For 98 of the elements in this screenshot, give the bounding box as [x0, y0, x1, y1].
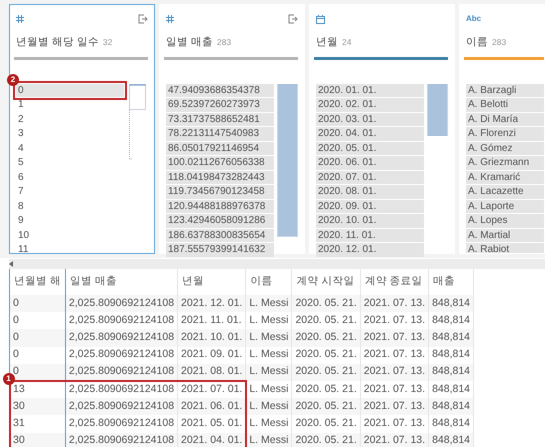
field-title: 이름	[466, 35, 488, 50]
field-value[interactable]: 47.94093686354378	[166, 84, 274, 98]
field-value[interactable]: 6	[16, 170, 124, 184]
field-value[interactable]: A. Di María	[466, 112, 544, 126]
table-cell: 2,025.8090692124108	[65, 295, 178, 312]
export-icon	[288, 14, 298, 24]
field-value[interactable]: 2020. 08. 01.	[316, 185, 424, 199]
field-value[interactable]: 78.22131147540983	[166, 127, 274, 141]
field-value[interactable]: 2020. 06. 01.	[316, 156, 424, 170]
field-value[interactable]: 2020. 05. 01.	[316, 142, 424, 156]
field-value[interactable]: 73.31737588652481	[166, 112, 274, 126]
field-value[interactable]: 187.55579399141632	[166, 243, 274, 257]
table-cell: 2021. 07. 13.	[360, 364, 429, 381]
field-card[interactable]	[159, 4, 305, 254]
table-cell: 2,025.8090692124108	[65, 329, 178, 347]
field-value[interactable]: 86.05017921146954	[166, 142, 274, 156]
table-cell: 30	[10, 398, 66, 416]
table-cell: 0	[10, 329, 66, 347]
field-value[interactable]: 186.63788300835654	[166, 228, 274, 242]
table-cell: 2021. 06. 01.	[178, 398, 246, 416]
field-count: 32	[102, 36, 112, 49]
table-cell: 2020. 05. 21.	[292, 295, 360, 312]
table-cell: 2021. 07. 13.	[360, 398, 429, 416]
field-value[interactable]: 120.94488188976378	[166, 200, 274, 214]
field-value[interactable]: 69.52397260273973	[166, 98, 274, 112]
field-title: 년월	[316, 35, 338, 50]
field-value[interactable]: 2020. 12. 01.	[316, 243, 424, 257]
field-count: 24	[342, 36, 352, 49]
field-value[interactable]: 8	[16, 200, 124, 214]
field-card[interactable]: Abc 이름 283 A. Barzagli A. Belotti A. Di María A. Florenzi A. Gómez A. Griezmann A. Kramarić A. Lacazette A. Laporte A. Lopes A. Martial A. Rabiot	[459, 4, 545, 254]
field-value[interactable]: 2	[16, 112, 124, 126]
field-value[interactable]: 2020. 11. 01.	[316, 228, 424, 242]
field-value[interactable]: 2020. 02. 01.	[316, 98, 424, 112]
table-cell: L. Messi	[246, 329, 292, 347]
table-cell: L. Messi	[246, 364, 292, 381]
field-value[interactable]: 2020. 10. 01.	[316, 214, 424, 228]
table-cell: L. Messi	[246, 295, 292, 312]
field-value[interactable]: A. Belotti	[466, 98, 544, 112]
table-cell: 2021. 10. 01.	[178, 329, 246, 347]
field-value[interactable]: 3	[16, 127, 124, 141]
field-value[interactable]: 123.42946058091286	[166, 214, 274, 228]
field-value[interactable]: 119.73456790123458	[166, 185, 274, 199]
field-value[interactable]: A. Rabiot	[466, 243, 544, 253]
table-cell: 2020. 05. 21.	[292, 329, 360, 347]
table-cell: 2021. 07. 13.	[360, 329, 429, 347]
scroll-left-icon[interactable]	[9, 261, 14, 267]
field-value[interactable]: A. Barzagli	[466, 84, 544, 98]
field-value[interactable]: 2020. 03. 01.	[316, 112, 424, 126]
table-cell: 2020. 05. 21.	[292, 398, 360, 416]
table-cell: 2,025.8090692124108	[65, 364, 178, 381]
table-cell: 848,814	[428, 398, 474, 416]
table-cell: 2,025.8090692124108	[65, 432, 178, 447]
field-value[interactable]: 1	[16, 98, 124, 112]
table-cell: 2021. 08. 01.	[178, 364, 246, 381]
field-value[interactable]: 7	[16, 185, 124, 199]
field-value[interactable]: A. Kramarić	[466, 170, 544, 184]
table-cell: 848,814	[428, 364, 474, 381]
table-cell: 2021. 07. 13.	[360, 295, 429, 312]
field-value[interactable]: A. Laporte	[466, 200, 544, 214]
table-cell: 848,814	[428, 295, 474, 312]
field-value[interactable]: 118.04198473282443	[166, 170, 274, 184]
field-value[interactable]: A. Gómez	[466, 142, 544, 156]
table-cell: 0	[10, 295, 66, 312]
field-value[interactable]: A. Lacazette	[466, 185, 544, 199]
field-title: 년월별 해당 일수	[16, 35, 99, 50]
field-value[interactable]: 9	[16, 214, 124, 228]
field-value[interactable]: 2020. 07. 01.	[316, 170, 424, 184]
table-cell: 848,814	[428, 432, 474, 447]
field-value[interactable]: A. Griezmann	[466, 156, 544, 170]
table-cell: 2021. 12. 01.	[178, 295, 246, 312]
field-value[interactable]: 2020. 09. 01.	[316, 200, 424, 214]
table-cell: 2020. 05. 21.	[292, 364, 360, 381]
field-count: 283	[216, 36, 232, 49]
field-value[interactable]: 100.02112676056338	[166, 156, 274, 170]
field-value[interactable]: A. Florenzi	[466, 127, 544, 141]
table-cell: 2021. 04. 01.	[178, 432, 246, 447]
field-value[interactable]: 4	[16, 142, 124, 156]
table-cell: 30	[10, 432, 66, 447]
table-cell: 2020. 05. 21.	[292, 432, 360, 447]
table-cell: 2021. 07. 13.	[360, 432, 429, 447]
callout-badge: 1	[2, 372, 14, 385]
field-value[interactable]: 10	[16, 228, 124, 242]
field-value[interactable]: A. Martial	[466, 228, 544, 242]
field-value[interactable]: 0	[16, 84, 124, 98]
field-value[interactable]: 5	[16, 156, 124, 170]
export-icon	[138, 14, 148, 24]
text-type-icon: Abc	[466, 13, 482, 25]
field-value[interactable]: A. Lopes	[466, 214, 544, 228]
field-card[interactable]: 년월 24 2020. 01. 01. 2020. 02. 01. 2020. 03. 01. 2020. 04. 01. 2020. 05. 01. 2020. 06. 01. 2020. 07. 01. 2020. 08. 01. 2020. 09. 01. 2020. 10. 01. 2020. 11. 01. 2020. 12. 01.	[309, 4, 455, 254]
field-count: 283	[492, 36, 506, 49]
table-cell: 848,814	[428, 329, 474, 347]
field-value[interactable]: 2020. 04. 01.	[316, 127, 424, 141]
field-value[interactable]: 11	[16, 243, 124, 257]
field-value[interactable]: 2020. 01. 01.	[316, 84, 424, 98]
table-cell: 2,025.8090692124108	[65, 398, 178, 416]
field-title: 일별 매출	[166, 35, 213, 50]
table-cell: L. Messi	[246, 432, 292, 447]
table-cell: L. Messi	[246, 398, 292, 416]
